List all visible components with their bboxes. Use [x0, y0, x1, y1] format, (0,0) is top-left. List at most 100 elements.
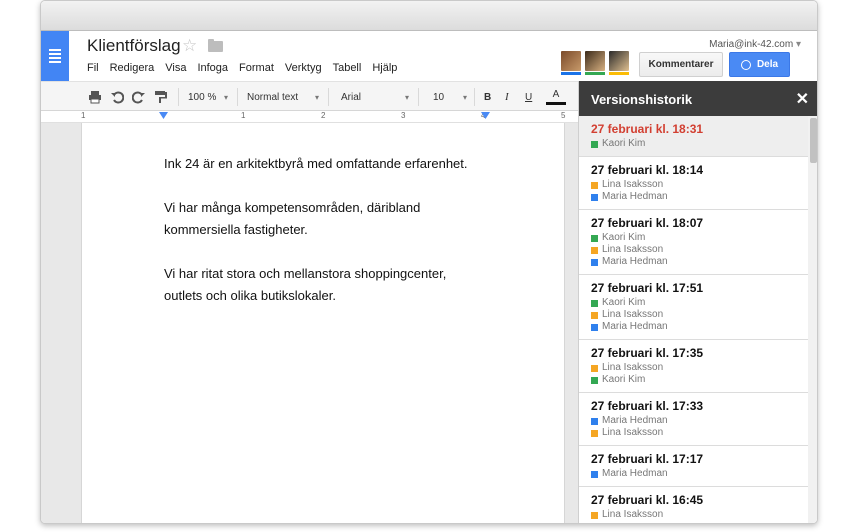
author-name: Lina Isaksson	[602, 362, 664, 373]
version-item[interactable]: 27 februari kl. 16:45 Lina Isaksson	[579, 487, 809, 523]
docs-logo-icon[interactable]	[41, 31, 69, 81]
toolbar-divider	[418, 88, 419, 106]
author-name: Lina Isaksson	[602, 309, 664, 320]
version-author: Maria Hedman	[591, 468, 798, 480]
version-author: Kaori Kim	[591, 232, 798, 244]
font-size-select[interactable]: 10	[433, 88, 467, 106]
person-icon	[740, 59, 751, 70]
font-value: Arial	[341, 91, 362, 103]
version-list: 27 februari kl. 18:31 Kaori Kim 27 februar…	[579, 116, 809, 523]
avatar[interactable]	[561, 51, 581, 75]
version-item[interactable]: 27 februari kl. 18:14 Lina Isaksson Maria …	[579, 157, 809, 210]
version-item[interactable]: 27 februari kl. 18:07 Kaori Kim Lina Isaks…	[579, 210, 809, 275]
author-color-swatch	[591, 140, 598, 148]
author-name: Lina Isaksson	[602, 179, 664, 190]
version-item[interactable]: 27 februari kl. 17:35 Lina Isaksson Kaori …	[579, 340, 809, 393]
collaborator-avatars	[561, 51, 629, 75]
author-color-swatch	[591, 364, 598, 372]
author-color-swatch	[591, 193, 598, 201]
author-color-swatch	[591, 246, 598, 254]
version-author: Lina Isaksson	[591, 309, 798, 321]
ruler-number: 1	[81, 111, 86, 120]
author-name: Kaori Kim	[602, 297, 646, 308]
version-item[interactable]: 27 februari kl. 17:33 Maria Hedman Lina Is…	[579, 393, 809, 446]
menu-format[interactable]: Format	[239, 62, 274, 74]
avatar[interactable]	[585, 51, 605, 75]
toolbar-divider	[178, 88, 179, 106]
menu-table[interactable]: Tabell	[333, 62, 362, 74]
paragraph[interactable]: Vi har många kompetensområden, däribland…	[164, 197, 544, 241]
font-select[interactable]: Arial	[341, 88, 409, 106]
folder-icon[interactable]	[208, 39, 223, 52]
panel-header: Versionshistorik ✕	[579, 81, 817, 116]
version-timestamp: 27 februari kl. 16:45	[591, 493, 704, 507]
paragraph[interactable]: Ink 24 är en arkitektbyrå med omfattande…	[164, 153, 544, 175]
version-author: Kaori Kim	[591, 374, 798, 386]
version-author: Lina Isaksson	[591, 362, 798, 374]
ruler-number: 2	[321, 111, 326, 120]
menu-help[interactable]: Hjälp	[372, 62, 397, 74]
toolbar-divider	[474, 88, 475, 106]
paragraph-style-select[interactable]: Normal text	[247, 88, 319, 106]
scrollbar-thumb[interactable]	[810, 118, 817, 163]
version-timestamp: 27 februari kl. 17:33	[591, 399, 704, 413]
author-name: Maria Hedman	[602, 415, 668, 426]
version-timestamp: 27 februari kl. 17:17	[591, 452, 704, 466]
author-name: Lina Isaksson	[602, 244, 664, 255]
version-item[interactable]: 27 februari kl. 17:17 Maria Hedman	[579, 446, 809, 487]
author-name: Maria Hedman	[602, 321, 668, 332]
comments-button[interactable]: Kommentarer	[639, 52, 723, 77]
author-color-swatch	[591, 429, 598, 437]
bold-button[interactable]: B	[484, 88, 491, 106]
style-value: Normal text	[247, 91, 299, 103]
version-author: Maria Hedman	[591, 256, 798, 268]
version-timestamp: 27 februari kl. 18:14	[591, 163, 704, 177]
left-indent-marker[interactable]	[159, 112, 168, 119]
document-body[interactable]: Ink 24 är en arkitektbyrå med omfattande…	[164, 153, 544, 329]
menu-tools[interactable]: Verktyg	[285, 62, 322, 74]
paragraph[interactable]: Vi har ritat stora och mellanstora shopp…	[164, 263, 544, 307]
ruler-number: 3	[401, 111, 406, 120]
author-name: Maria Hedman	[602, 256, 668, 267]
panel-title: Versionshistorik	[591, 92, 693, 107]
star-icon[interactable]: ☆	[182, 36, 197, 56]
version-timestamp: 27 februari kl. 18:07	[591, 216, 704, 230]
user-account-menu[interactable]: Maria@ink-42.com	[709, 39, 801, 50]
menu-insert[interactable]: Infoga	[197, 62, 228, 74]
author-color-swatch	[591, 417, 598, 425]
author-color-swatch	[591, 470, 598, 478]
author-color-swatch	[591, 511, 598, 519]
window-titlebar	[41, 1, 817, 31]
version-item[interactable]: 27 februari kl. 18:31 Kaori Kim	[579, 116, 809, 157]
menu-view[interactable]: Visa	[165, 62, 186, 74]
underline-button[interactable]: U	[525, 88, 532, 106]
menu-file[interactable]: Fil	[87, 62, 99, 74]
print-icon[interactable]	[88, 88, 102, 106]
text-color-button[interactable]: A	[546, 88, 566, 105]
zoom-value: 100 %	[188, 91, 217, 103]
close-icon[interactable]: ✕	[796, 89, 809, 109]
app-header: Klientförslag ☆ Fil Redigera Visa Infoga…	[41, 31, 817, 81]
paint-format-icon[interactable]	[154, 88, 168, 106]
app-window: Klientförslag ☆ Fil Redigera Visa Infoga…	[40, 0, 818, 524]
author-color-swatch	[591, 323, 598, 331]
zoom-select[interactable]: 100 %	[188, 88, 228, 106]
toolbar-divider	[328, 88, 329, 106]
ruler: 1 1 2 3 4 5	[41, 111, 578, 123]
redo-icon[interactable]	[132, 88, 146, 106]
author-name: Maria Hedman	[602, 468, 668, 479]
document-page[interactable]: Ink 24 är en arkitektbyrå med omfattande…	[81, 123, 565, 523]
avatar[interactable]	[609, 51, 629, 75]
share-button[interactable]: Dela	[729, 52, 790, 77]
italic-button[interactable]: I	[505, 88, 509, 106]
version-item[interactable]: 27 februari kl. 17:51 Kaori Kim Lina Isaks…	[579, 275, 809, 340]
version-author: Lina Isaksson	[591, 244, 798, 256]
undo-icon[interactable]	[110, 88, 124, 106]
author-color-swatch	[591, 258, 598, 266]
scrollbar[interactable]	[808, 116, 817, 523]
menu-edit[interactable]: Redigera	[110, 62, 155, 74]
author-name: Kaori Kim	[602, 374, 646, 385]
document-title[interactable]: Klientförslag	[87, 36, 181, 56]
version-timestamp: 27 februari kl. 17:51	[591, 281, 704, 295]
author-color-swatch	[591, 376, 598, 384]
